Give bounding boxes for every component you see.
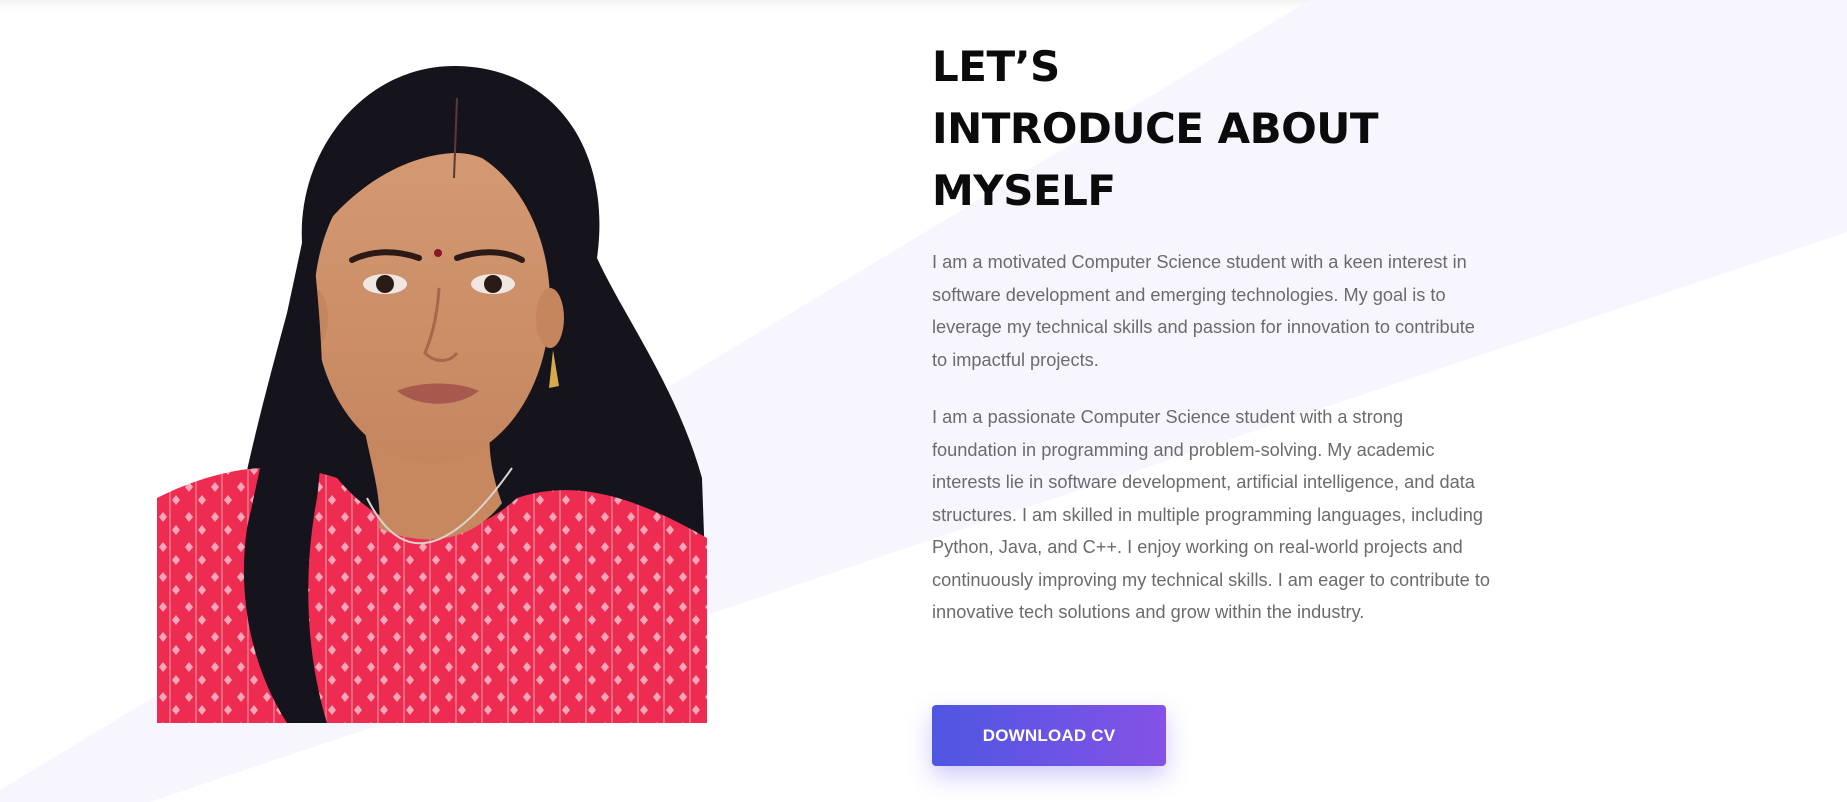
about-paragraph-1: I am a motivated Computer Science studen…: [932, 252, 1475, 370]
section-title: LET’S INTRODUCE ABOUT MYSELF: [932, 36, 1492, 222]
profile-photo: [157, 58, 707, 723]
about-paragraph-2: I am a passionate Computer Science stude…: [932, 407, 1491, 622]
title-line-1: LET’S: [932, 42, 1060, 91]
about-section: LET’S INTRODUCE ABOUT MYSELF I am a moti…: [0, 0, 1847, 802]
download-cv-button[interactable]: DOWNLOAD CV: [932, 705, 1166, 766]
title-line-2: INTRODUCE ABOUT: [932, 104, 1379, 153]
title-line-3: MYSELF: [932, 166, 1116, 215]
about-text-column: LET’S INTRODUCE ABOUT MYSELF I am a moti…: [932, 36, 1492, 629]
